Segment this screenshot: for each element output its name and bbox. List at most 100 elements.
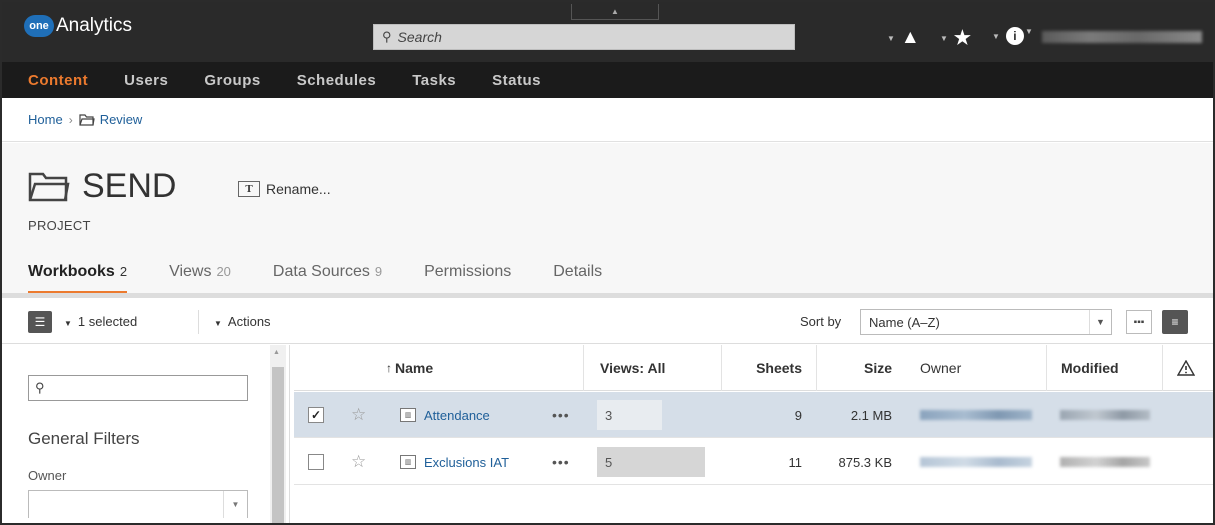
- filter-panel-toggle[interactable]: ☰: [28, 311, 52, 333]
- rename-label: Rename...: [266, 181, 331, 197]
- workbook-link[interactable]: Exclusions IAT: [424, 455, 509, 470]
- selection-menu[interactable]: ▼ 1 selected: [64, 314, 137, 329]
- owner-redacted[interactable]: [920, 392, 1032, 438]
- breadcrumb-home[interactable]: Home: [28, 112, 63, 127]
- list-view-button[interactable]: ≡: [1162, 310, 1188, 334]
- views-bar: 3: [597, 400, 662, 430]
- column-label: Owner: [920, 360, 962, 376]
- user-name-redacted[interactable]: [1042, 31, 1202, 43]
- tab-permissions[interactable]: Permissions: [424, 263, 511, 291]
- search-input[interactable]: [397, 29, 778, 45]
- app-logo[interactable]: one Analytics: [24, 15, 132, 37]
- grid-icon: ▪▪▪: [1133, 316, 1145, 328]
- search-box[interactable]: ⚲: [373, 24, 795, 50]
- row-checkbox[interactable]: [308, 439, 324, 485]
- caret-down-icon: ▼: [887, 33, 895, 43]
- checkmark-icon: ✓: [308, 407, 324, 423]
- alert-icon: ▲: [900, 27, 920, 48]
- collapse-header-toggle[interactable]: ▲: [571, 4, 659, 20]
- tab-data-sources[interactable]: Data Sources 9: [273, 263, 382, 291]
- chevron-up-icon: ▲: [611, 7, 619, 16]
- column-header-owner[interactable]: Owner: [906, 345, 1046, 391]
- modified-redacted: [1060, 392, 1150, 438]
- sort-select[interactable]: Name (A–Z) ▼: [860, 309, 1112, 335]
- workbook-icon: ▥: [400, 455, 416, 469]
- warning-icon: [1177, 360, 1195, 376]
- tab-label: Views: [169, 263, 212, 280]
- workbooks-table: ↑ Name Views: All Sheets Size Owner Modi…: [294, 345, 1213, 523]
- workbook-link[interactable]: Attendance: [424, 408, 490, 423]
- caret-down-icon: ▼: [214, 319, 222, 328]
- filter-search-box[interactable]: ⚲: [28, 375, 248, 401]
- favorites-menu[interactable]: ▼ ★: [940, 27, 971, 50]
- column-header-alerts[interactable]: [1162, 345, 1213, 391]
- column-label: Views: All: [600, 360, 666, 376]
- table-row[interactable]: ✓ ☆ ▥ Attendance ••• 3 9 2.1 MB: [294, 392, 1213, 438]
- user-menu[interactable]: ▼: [1025, 27, 1039, 36]
- sheets-cell: 9: [794, 407, 802, 423]
- workbook-name-cell: ▥ Exclusions IAT: [400, 439, 509, 485]
- nav-content[interactable]: Content: [28, 72, 88, 89]
- more-actions-button[interactable]: •••: [552, 392, 570, 438]
- search-icon: ⚲: [35, 380, 45, 395]
- ellipsis-icon: •••: [552, 454, 570, 470]
- breadcrumb-current[interactable]: Review: [100, 112, 143, 127]
- chevron-right-icon: ›: [68, 112, 73, 127]
- nav-users[interactable]: Users: [124, 72, 168, 89]
- caret-down-icon: ▼: [223, 491, 247, 518]
- nav-tasks[interactable]: Tasks: [412, 72, 456, 89]
- filter-search-input[interactable]: [48, 380, 229, 396]
- favorite-star-icon[interactable]: ☆: [351, 392, 366, 438]
- owner-filter-label: Owner: [28, 468, 67, 483]
- caret-down-icon: ▼: [940, 34, 948, 43]
- tab-views[interactable]: Views 20: [169, 263, 231, 291]
- list-icon: ≡: [1171, 315, 1179, 329]
- tab-count: 9: [374, 264, 383, 279]
- help-menu[interactable]: ▼ i: [992, 27, 1024, 45]
- views-cell: 3: [597, 392, 662, 438]
- more-actions-button[interactable]: •••: [552, 439, 570, 485]
- views-bar: 5: [597, 447, 705, 477]
- filter-panel: ⚲ General Filters Owner ▼ ▲: [2, 345, 290, 523]
- column-label: Modified: [1061, 360, 1119, 376]
- caret-down-icon: ▼: [1089, 310, 1111, 334]
- alerts-menu[interactable]: ▼ ▲: [887, 27, 920, 49]
- project-type-label: PROJECT: [28, 218, 91, 233]
- favorites-star-icon: ★: [953, 28, 971, 49]
- table-header: ↑ Name Views: All Sheets Size Owner Modi…: [294, 345, 1213, 391]
- scrollbar-thumb[interactable]: [272, 367, 284, 523]
- actions-menu[interactable]: ▼ Actions: [214, 314, 271, 329]
- info-icon: i: [1005, 27, 1024, 45]
- owner-filter-select[interactable]: ▼: [28, 490, 248, 518]
- column-label: Name: [395, 360, 434, 376]
- scroll-up-icon: ▲: [273, 349, 280, 356]
- column-header-modified[interactable]: Modified: [1046, 345, 1162, 391]
- project-header: SEND T Rename... PROJECT Workbooks 2 View…: [2, 143, 1213, 298]
- search-icon: ⚲: [382, 29, 392, 44]
- workbook-name-cell: ▥ Attendance: [400, 392, 490, 438]
- filter-panel-scrollbar[interactable]: ▲: [270, 345, 286, 523]
- column-header-sheets[interactable]: Sheets: [721, 345, 816, 391]
- favorite-star-icon[interactable]: ☆: [351, 439, 366, 485]
- column-header-views[interactable]: Views: All: [583, 345, 721, 391]
- nav-schedules[interactable]: Schedules: [297, 72, 377, 89]
- sliders-icon: ☰: [34, 315, 46, 329]
- tab-workbooks[interactable]: Workbooks 2: [28, 263, 128, 295]
- grid-view-button[interactable]: ▪▪▪: [1126, 310, 1152, 334]
- size-cell: 2.1 MB: [850, 407, 892, 423]
- row-checkbox[interactable]: ✓: [308, 392, 324, 438]
- toolbar-divider: [198, 310, 199, 334]
- nav-status[interactable]: Status: [492, 72, 541, 89]
- size-cell: 875.3 KB: [838, 454, 893, 470]
- rename-button[interactable]: T Rename...: [238, 181, 331, 197]
- views-count: 3: [605, 407, 613, 423]
- nav-groups[interactable]: Groups: [204, 72, 260, 89]
- column-header-name[interactable]: ↑ Name: [386, 345, 433, 391]
- column-header-size[interactable]: Size: [816, 345, 906, 391]
- table-row[interactable]: ☆ ▥ Exclusions IAT ••• 5 11 875.3 KB: [294, 439, 1213, 485]
- owner-redacted[interactable]: [920, 439, 1032, 485]
- sort-ascending-icon: ↑: [386, 361, 392, 375]
- caret-down-icon: ▼: [992, 31, 1000, 41]
- tab-details[interactable]: Details: [553, 263, 602, 291]
- breadcrumb: Home › Review: [2, 98, 1213, 142]
